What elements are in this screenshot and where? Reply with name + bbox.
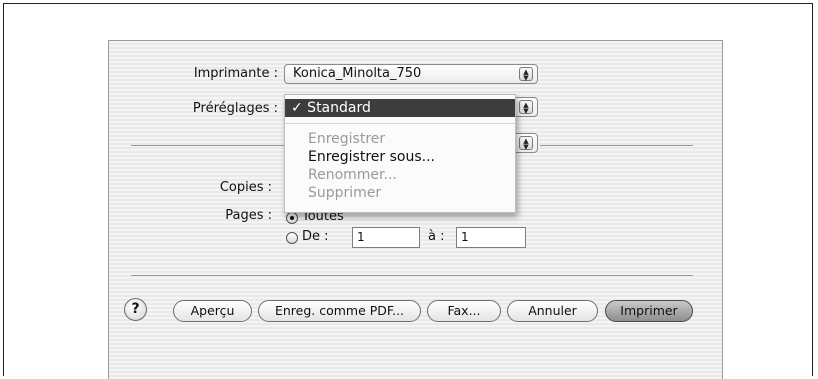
menu-item-delete[interactable]: Supprimer <box>285 184 515 202</box>
presets-label: Préréglages : <box>192 101 278 116</box>
copies-label: Copies : <box>219 180 272 195</box>
help-button[interactable]: ? <box>124 298 147 321</box>
bottom-separator <box>131 275 693 276</box>
up-down-arrows-icon: ▲ ▼ <box>519 136 533 151</box>
section-separator-right <box>540 145 693 146</box>
pages-from-value: 1 <box>357 230 365 244</box>
menu-separator <box>285 123 515 124</box>
cancel-button[interactable]: Annuler <box>507 300 598 322</box>
menu-item-rename[interactable]: Renommer... <box>285 166 515 184</box>
pages-from-field[interactable]: 1 <box>352 227 420 248</box>
print-button[interactable]: Imprimer <box>605 300 693 322</box>
menu-item-save-as[interactable]: Enregistrer sous... <box>285 148 515 166</box>
section-separator-left <box>131 145 286 146</box>
pages-from-radio[interactable] <box>286 232 298 244</box>
preview-button[interactable]: Aperçu <box>173 300 252 322</box>
up-down-arrows-icon: ▲ ▼ <box>519 67 533 82</box>
pages-from-label: De : <box>302 229 329 244</box>
printer-value: Konica_Minolta_750 <box>293 66 422 81</box>
pages-to-field[interactable]: 1 <box>456 227 526 248</box>
pages-to-label: à : <box>428 229 445 244</box>
up-down-arrows-icon: ▲ ▼ <box>519 100 533 115</box>
presets-menu: ✓ Standard Enregistrer Enregistrer sous.… <box>284 94 516 213</box>
save-pdf-button[interactable]: Enreg. comme PDF... <box>258 300 421 322</box>
printer-popup[interactable]: Konica_Minolta_750 ▲ ▼ <box>284 64 538 84</box>
menu-item-standard[interactable]: ✓ Standard <box>285 99 515 117</box>
pages-to-value: 1 <box>461 230 469 244</box>
menu-item-save[interactable]: Enregistrer <box>285 130 515 148</box>
printer-label: Imprimante : <box>193 66 278 81</box>
pages-label: Pages : <box>225 208 272 223</box>
fax-button[interactable]: Fax... <box>427 300 501 322</box>
pages-all-radio[interactable] <box>286 212 298 224</box>
